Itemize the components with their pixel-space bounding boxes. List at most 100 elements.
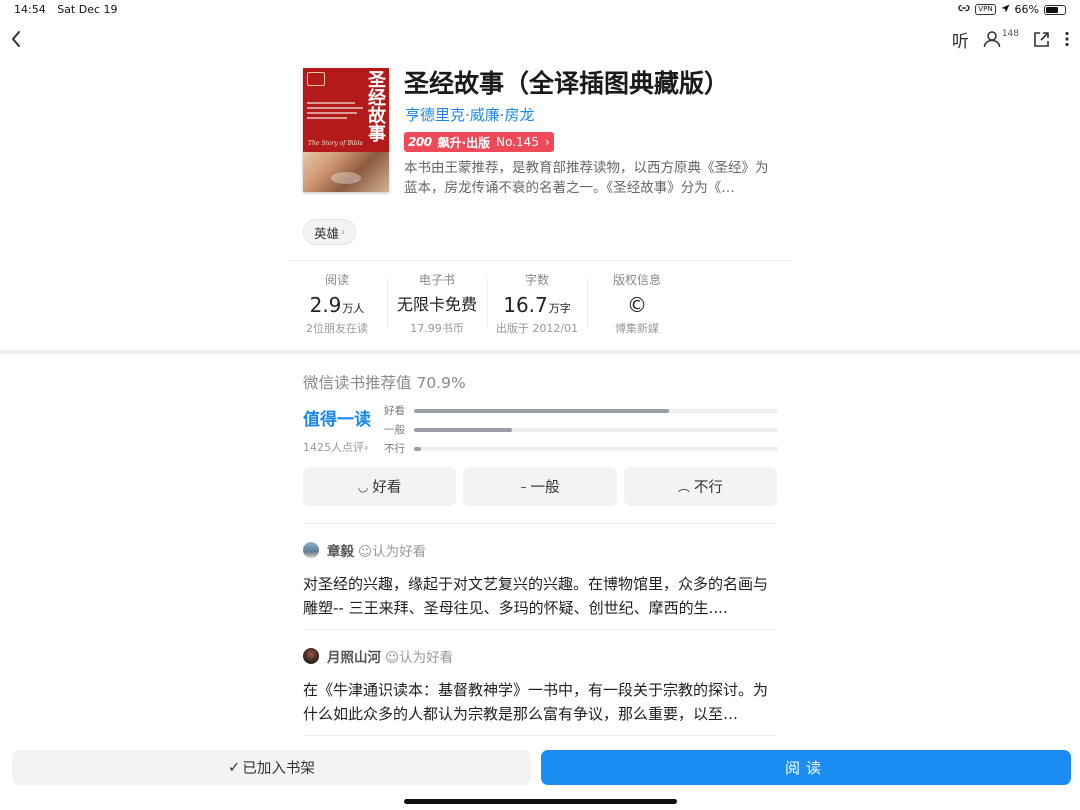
stat-sub: 2位朋友在读 xyxy=(306,322,368,335)
stat-number: © xyxy=(627,293,647,317)
avatar[interactable] xyxy=(303,542,319,558)
status-bar: 14:54 Sat Dec 19 VPN 66% xyxy=(0,0,1080,20)
followers-count: 148 xyxy=(1001,29,1019,39)
stat-copyright[interactable]: 版权信息 © 博集新媒 xyxy=(587,270,687,338)
location-icon xyxy=(1001,3,1010,16)
rating-bar-track xyxy=(414,427,778,432)
review-text: 对圣经的兴趣，缘起于对文艺复兴的兴趣。在博物馆里，众多的名画与雕塑-- 三王来拜… xyxy=(303,575,769,617)
more-button[interactable] xyxy=(1064,31,1070,47)
back-button[interactable] xyxy=(4,26,28,52)
book-description[interactable]: 本书由王蒙推荐，是教育部推荐读物，以西方原典《圣经》为蓝本，房龙传诵不衰的名著之… xyxy=(404,158,780,198)
smile-icon: ◡ xyxy=(357,479,369,494)
shelf-label: 已加入书架 xyxy=(242,761,315,777)
recommend-title: 微信读书推荐值 70.9% xyxy=(303,371,466,393)
stat-sub: 出版于 2012/01 xyxy=(495,322,579,335)
stat-number: 16.7 xyxy=(503,293,548,317)
vote-buttons: ◡ 好看 – 一般 ︵ 不行 xyxy=(303,467,777,506)
divider xyxy=(303,735,777,736)
rating-bar-average: 一般 xyxy=(384,420,778,439)
link-icon xyxy=(958,3,970,16)
chevron-right-icon: › xyxy=(364,441,369,454)
home-indicator xyxy=(404,799,677,804)
stat-sub: 博集新媒 xyxy=(615,322,659,335)
vote-good-button[interactable]: ◡ 好看 xyxy=(303,467,457,506)
followers-button[interactable]: 148 xyxy=(983,29,1019,48)
cover-title: 圣经故事 xyxy=(365,70,386,142)
cover-text-lines xyxy=(307,102,363,122)
rating-bar-label: 一般 xyxy=(384,424,405,436)
rating-bar-fill xyxy=(414,427,513,432)
rating-bar-label: 不行 xyxy=(384,443,405,455)
battery-level xyxy=(1046,6,1058,13)
recommend-score: 70.9% xyxy=(416,374,466,392)
added-to-shelf-button[interactable]: ✓ 已加入书架 xyxy=(12,750,531,785)
rank-badge[interactable]: 200 飙升·出版 No.145 › xyxy=(404,132,554,152)
review-count-link[interactable]: 1425人点评› xyxy=(303,439,368,455)
rating-bar-fill xyxy=(414,408,669,413)
stat-unit: 万人 xyxy=(342,302,365,315)
review-username[interactable]: 章毅 xyxy=(327,540,354,560)
share-button[interactable] xyxy=(1033,31,1050,48)
review-item[interactable]: 章毅 ☺认为好看 对圣经的兴趣，缘起于对文艺复兴的兴趣。在博物馆里，众多的名画与… xyxy=(303,540,777,620)
stat-wordcount: 字数 16.7万字 出版于 2012/01 xyxy=(487,270,587,338)
checkmark-icon: ✓ xyxy=(228,759,241,776)
top-toolbar: 听 148 xyxy=(952,26,1070,52)
rank-brand: 200 xyxy=(408,135,432,149)
review-item[interactable]: 月照山河 ☺认为好看 在《牛津通识读本：基督教神学》一书中，有一段关于宗教的探讨… xyxy=(303,646,777,726)
stat-label: 版权信息 xyxy=(612,273,661,287)
stat-label: 电子书 xyxy=(418,273,455,287)
stat-sub: 17.99书币 xyxy=(410,322,464,335)
divider xyxy=(287,260,793,261)
book-stats: 阅读 2.9万人 2位朋友在读 电子书 无限卡免费 17.99书币 字数 16.… xyxy=(287,270,687,338)
rating-bar-good: 好看 xyxy=(384,401,778,420)
copyright-icon: © xyxy=(587,290,687,320)
rating-bar-bad: 不行 xyxy=(384,439,778,458)
status-date: Sat Dec 19 xyxy=(57,3,118,16)
rating-bar-track xyxy=(414,408,778,413)
rating-bars: 好看 一般 不行 xyxy=(384,401,778,458)
review-opinion: ☺认为好看 xyxy=(385,650,454,666)
status-time: 14:54 xyxy=(14,3,46,16)
stat-reading[interactable]: 阅读 2.9万人 2位朋友在读 xyxy=(287,270,387,338)
recommend-title-text: 微信读书推荐值 xyxy=(303,374,412,392)
stat-ebook[interactable]: 电子书 无限卡免费 17.99书币 xyxy=(387,270,487,338)
recommend-verdict: 值得一读 xyxy=(303,410,371,430)
read-label: 阅读 xyxy=(784,759,827,777)
review-text: 在《牛津通识读本：基督教神学》一书中，有一段关于宗教的探讨。为什么如此众多的人都… xyxy=(303,681,769,723)
review-username[interactable]: 月照山河 xyxy=(327,646,381,666)
vote-label: 不行 xyxy=(693,480,723,496)
book-cover[interactable]: 圣经故事 The Story of Bible xyxy=(303,68,389,192)
book-author[interactable]: 亨德里克·威廉·房龙 xyxy=(405,104,535,125)
rank-number: No.145 xyxy=(496,135,539,149)
book-title: 圣经故事（全译插图典藏版） xyxy=(404,69,730,98)
stat-label: 阅读 xyxy=(324,273,349,287)
chevron-right-icon: › xyxy=(544,135,550,149)
rating-bar-track xyxy=(414,446,778,451)
category-tag-label: 英雄 xyxy=(314,225,340,241)
review-header: 月照山河 ☺认为好看 xyxy=(303,646,777,666)
stat-label: 字数 xyxy=(524,273,549,287)
stat-value: 16.7万字 xyxy=(487,290,587,320)
divider xyxy=(303,629,777,630)
rank-label: 飙升·出版 xyxy=(437,135,491,150)
stat-value: 无限卡免费 xyxy=(387,290,487,320)
person-icon xyxy=(983,31,1001,48)
chevron-left-icon xyxy=(12,31,20,47)
frown-icon: ︵ xyxy=(677,480,690,494)
review-count: 1425人点评 xyxy=(303,441,364,454)
more-vertical-icon xyxy=(1065,31,1069,47)
vote-label: 一般 xyxy=(530,480,560,496)
cover-emblem xyxy=(307,72,325,86)
stat-number: 无限卡免费 xyxy=(396,295,477,314)
chevron-right-icon: › xyxy=(341,226,346,238)
avatar[interactable] xyxy=(303,648,319,664)
stat-value: 2.9万人 xyxy=(287,290,387,320)
vote-bad-button[interactable]: ︵ 不行 xyxy=(623,467,777,506)
vote-average-button[interactable]: – 一般 xyxy=(463,467,617,506)
read-button[interactable]: 阅读 xyxy=(541,750,1071,785)
stat-unit: 万字 xyxy=(548,302,571,315)
rating-bar-label: 好看 xyxy=(384,405,405,417)
category-tag[interactable]: 英雄 › xyxy=(303,219,357,245)
cover-artwork-detail xyxy=(331,172,361,184)
listen-button[interactable]: 听 xyxy=(952,27,969,52)
